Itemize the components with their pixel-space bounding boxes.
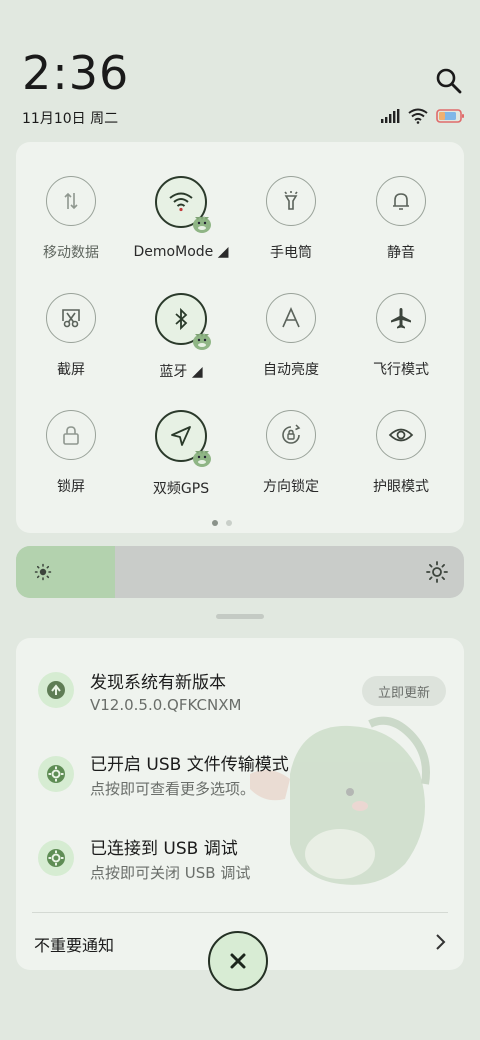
tile-toggle[interactable] bbox=[376, 410, 426, 460]
tile-toggle[interactable] bbox=[46, 293, 96, 343]
page-dot-1 bbox=[212, 520, 218, 526]
tile-airplane[interactable]: 飞行模式 bbox=[346, 293, 456, 379]
settings-gear-icon bbox=[38, 840, 74, 876]
notification-subtitle: 点按即可查看更多选项。 bbox=[90, 780, 256, 798]
tile-rotation-lock[interactable]: 方向锁定 bbox=[236, 410, 346, 496]
tile-label: 截屏 bbox=[57, 362, 85, 378]
signal-icon bbox=[381, 109, 400, 123]
notification-title: 已开启 USB 文件传输模式 bbox=[90, 755, 289, 775]
rotation-lock-icon bbox=[279, 423, 303, 447]
brightness-low-icon bbox=[34, 563, 52, 581]
notification-title: 已连接到 USB 调试 bbox=[90, 839, 238, 859]
tile-label: DemoMode ◢ bbox=[133, 244, 229, 260]
tile-toggle[interactable] bbox=[266, 410, 316, 460]
tile-toggle[interactable] bbox=[155, 410, 211, 467]
tile-label: 锁屏 bbox=[57, 479, 85, 495]
tile-label: 飞行模式 bbox=[373, 362, 429, 378]
dinosaur-badge-icon bbox=[193, 216, 211, 233]
notification-subtitle: 点按即可关闭 USB 调试 bbox=[90, 864, 251, 882]
tile-toggle[interactable] bbox=[155, 293, 211, 350]
tile-label: 双频GPS bbox=[152, 481, 210, 497]
tile-mobile-data[interactable]: 移动数据 bbox=[16, 176, 126, 262]
clock: 2:36 bbox=[22, 46, 130, 100]
mobile-data-icon bbox=[60, 190, 82, 212]
tile-toggle[interactable] bbox=[46, 410, 96, 460]
brightness-high-icon bbox=[426, 561, 448, 583]
tile-label: 移动数据 bbox=[43, 245, 99, 261]
tile-wifi[interactable]: DemoMode ◢ bbox=[126, 176, 236, 260]
tile-location-arrow[interactable]: 双频GPS bbox=[126, 410, 236, 498]
update-now-button[interactable]: 立即更新 bbox=[362, 676, 446, 706]
notification-title: 发现系统有新版本 bbox=[90, 673, 226, 693]
tile-eye[interactable]: 护眼模式 bbox=[346, 410, 456, 496]
search-icon[interactable] bbox=[434, 66, 464, 96]
settings-gear-icon bbox=[38, 756, 74, 792]
chevron-right-icon[interactable] bbox=[432, 932, 448, 952]
tile-bluetooth[interactable]: 蓝牙 ◢ bbox=[126, 293, 236, 381]
flashlight-icon bbox=[280, 190, 302, 212]
clear-all-button[interactable] bbox=[208, 931, 268, 991]
tile-label: 蓝牙 ◢ bbox=[159, 364, 203, 380]
tile-screenshot[interactable]: 截屏 bbox=[16, 293, 126, 379]
tile-toggle[interactable] bbox=[266, 176, 316, 226]
drag-handle[interactable] bbox=[216, 614, 264, 619]
dinosaur-badge-icon bbox=[193, 450, 211, 467]
tile-auto-brightness[interactable]: 自动亮度 bbox=[236, 293, 346, 379]
screenshot-icon bbox=[59, 307, 83, 329]
dinosaur-badge-icon bbox=[193, 333, 211, 350]
eye-icon bbox=[388, 425, 414, 445]
update-icon bbox=[38, 672, 74, 708]
auto-brightness-icon bbox=[279, 306, 303, 330]
tile-label: 方向锁定 bbox=[263, 479, 319, 495]
page-indicator bbox=[212, 520, 232, 526]
lock-icon bbox=[60, 424, 82, 446]
bluetooth-icon bbox=[171, 307, 191, 331]
tile-lock[interactable]: 锁屏 bbox=[16, 410, 126, 496]
date: 11月10日 周二 bbox=[22, 111, 119, 127]
close-icon bbox=[230, 953, 246, 969]
quick-settings-panel: 移动数据 DemoMode ◢ 手电筒 静音截屏 蓝牙 ◢ 自动亮度 飞行模式锁屏 双频GPS… bbox=[16, 142, 464, 533]
brightness-fill bbox=[16, 546, 115, 598]
tile-label: 护眼模式 bbox=[373, 479, 429, 495]
battery-icon bbox=[436, 109, 464, 123]
notification-subtitle: V12.0.5.0.QFKCNXM bbox=[90, 696, 242, 714]
tile-toggle[interactable] bbox=[266, 293, 316, 343]
tile-toggle[interactable] bbox=[376, 176, 426, 226]
dinosaur-mascot-icon bbox=[250, 716, 430, 885]
tile-label: 手电筒 bbox=[270, 245, 312, 261]
divider bbox=[32, 912, 448, 913]
airplane-icon bbox=[389, 306, 413, 330]
tile-label: 静音 bbox=[387, 245, 415, 261]
status-icons bbox=[380, 108, 464, 124]
wifi-icon bbox=[408, 108, 428, 124]
brightness-slider[interactable] bbox=[16, 546, 464, 598]
tile-toggle[interactable] bbox=[376, 293, 426, 343]
unimportant-notifications-link[interactable]: 不重要通知 bbox=[34, 932, 114, 956]
tile-bell[interactable]: 静音 bbox=[346, 176, 456, 262]
bell-icon bbox=[390, 190, 412, 212]
page-dot-2 bbox=[226, 520, 232, 526]
tile-toggle[interactable] bbox=[155, 176, 211, 233]
tile-label: 自动亮度 bbox=[263, 362, 319, 378]
tile-flashlight[interactable]: 手电筒 bbox=[236, 176, 346, 262]
tile-toggle[interactable] bbox=[46, 176, 96, 226]
notification-panel: 发现系统有新版本 V12.0.5.0.QFKCNXM 立即更新 已开启 USB … bbox=[16, 638, 464, 970]
